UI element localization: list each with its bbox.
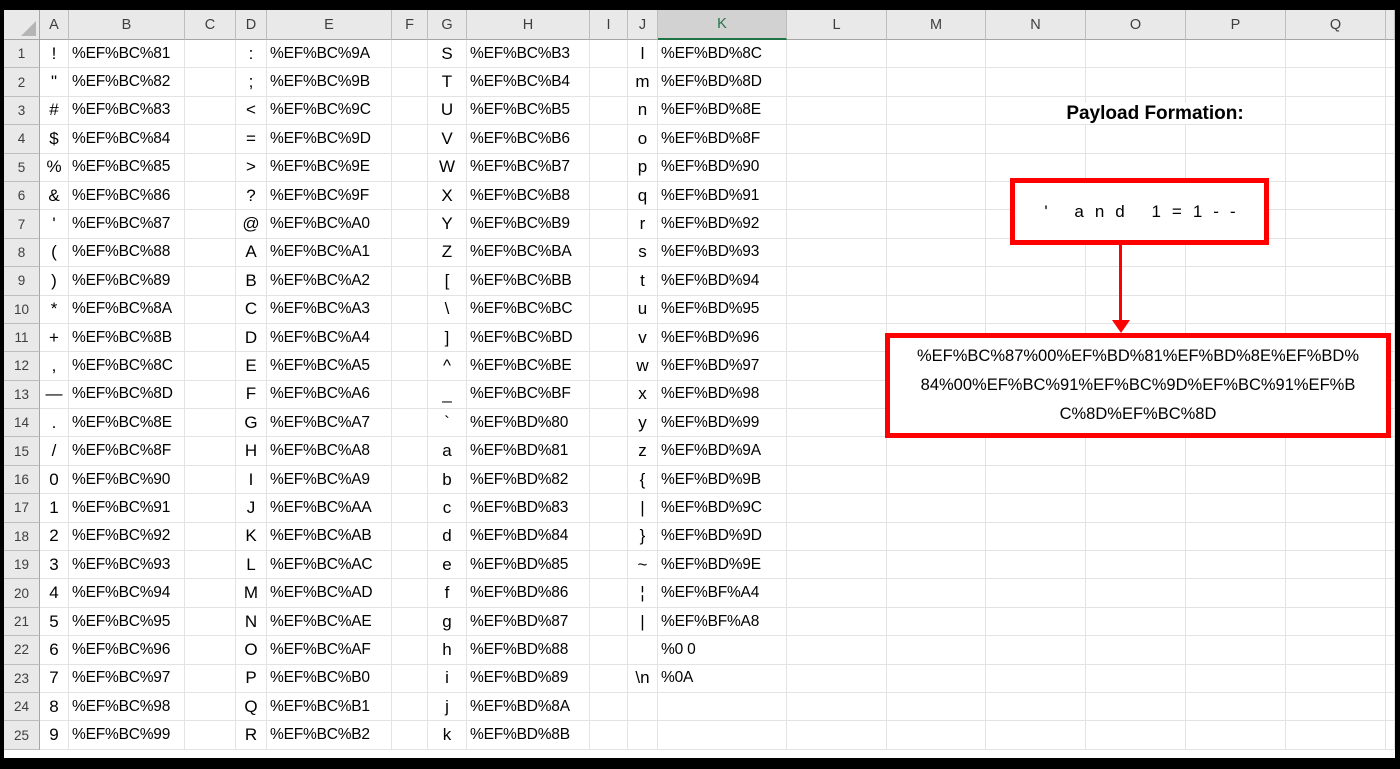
payload-formation-text: Payload Formation: xyxy=(1063,103,1247,124)
annotation-layer: Payload Formation: ' and 1=1-- %EF%BC%87… xyxy=(0,0,1400,769)
screenshot-frame: A B C D E F G H I J K L M N O P Q 1! %EF%BC%81: %EF%BC%9A S%… xyxy=(0,0,1400,769)
payload-input-box[interactable]: ' and 1=1-- xyxy=(1010,178,1269,245)
arrow-line xyxy=(1119,244,1122,322)
payload-encoded-text: %EF%BC%87%00%EF%BD%81%EF%BD%8E%EF%BD%84%… xyxy=(917,347,1359,423)
arrow-down-icon xyxy=(1112,320,1130,333)
payload-formation-title: Payload Formation: xyxy=(905,103,1400,125)
payload-input-text: ' and 1=1-- xyxy=(1044,201,1247,221)
payload-encoded-box[interactable]: %EF%BC%87%00%EF%BD%81%EF%BD%8E%EF%BD%84%… xyxy=(885,333,1391,438)
